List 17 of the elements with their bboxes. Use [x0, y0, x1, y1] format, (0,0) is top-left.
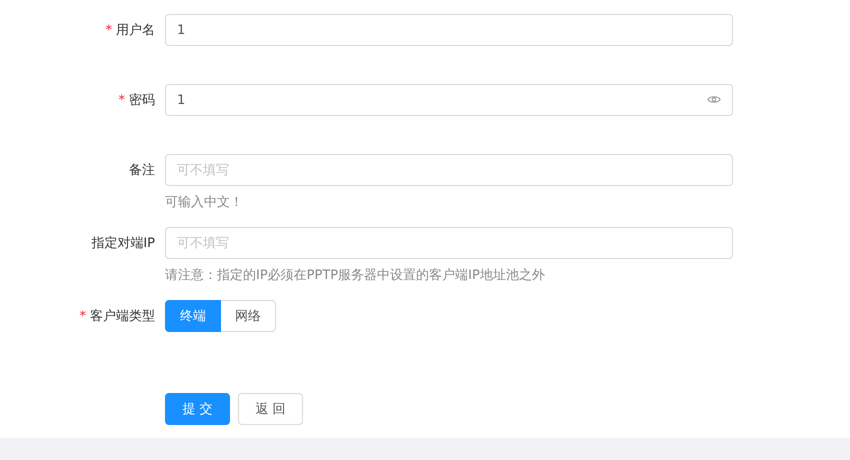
- field-label: 密码: [129, 92, 155, 109]
- back-button[interactable]: 返 回: [238, 393, 303, 425]
- required-mark: *: [80, 308, 86, 324]
- field-label: 用户名: [116, 22, 155, 39]
- required-mark: *: [106, 22, 112, 38]
- password-field[interactable]: 1: [165, 84, 733, 116]
- field-label: 客户端类型: [90, 308, 155, 325]
- required-mark: *: [118, 92, 125, 108]
- input-field[interactable]: 1: [165, 14, 733, 46]
- field-label: 指定对端IP: [91, 235, 155, 252]
- input-field[interactable]: 可不填写: [165, 154, 733, 186]
- input-field[interactable]: 可不填写: [165, 227, 733, 259]
- radio-button[interactable]: 网络: [221, 300, 276, 332]
- hint-text: 可输入中文！: [165, 194, 244, 212]
- hint-text: 请注意：指定的IP必须在PPTP服务器中设置的客户端IP地址池之外: [165, 267, 546, 285]
- eye-icon[interactable]: [707, 94, 721, 105]
- field-label: 备注: [129, 162, 155, 179]
